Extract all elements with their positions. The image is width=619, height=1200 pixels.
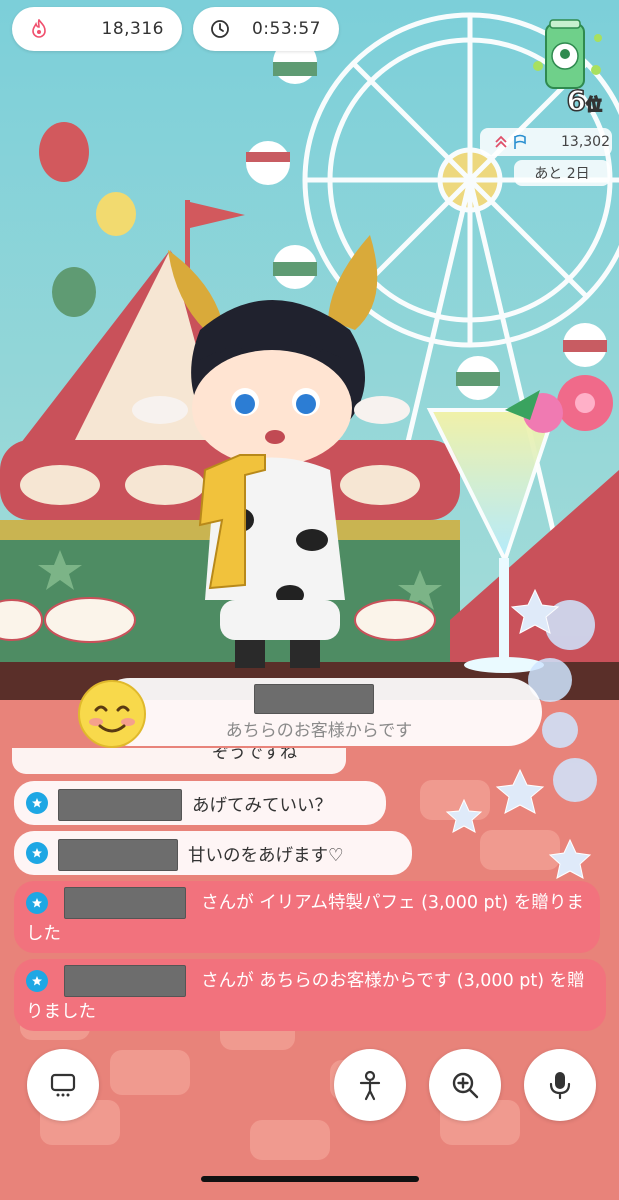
star-badge-icon xyxy=(26,842,48,864)
chat-text: あげてみていい？ xyxy=(192,796,332,816)
home-indicator xyxy=(201,1176,419,1182)
rank-suffix: 位 xyxy=(585,94,603,115)
redacted-username xyxy=(63,965,186,997)
screen-icon xyxy=(50,1073,76,1097)
gift-message: さんが あちらのお客様からです (3,000 pt) を贈りました xyxy=(14,959,606,1031)
fire-count: 18,316 xyxy=(101,19,164,39)
gift-popup-text: あちらのお客様からです xyxy=(225,721,413,741)
redacted-username xyxy=(63,887,186,919)
gift-popup: あちらのお客様からです xyxy=(96,678,542,746)
chat-message: 甘いのをあげます♡ xyxy=(14,831,412,875)
redacted-username xyxy=(254,684,374,714)
zoom-in-icon xyxy=(452,1072,479,1099)
clock-icon xyxy=(209,18,231,40)
star-badge-icon xyxy=(26,892,48,914)
timer-value: 0:53:57 xyxy=(251,19,321,39)
redacted-username xyxy=(58,789,182,821)
microphone-icon xyxy=(549,1072,571,1100)
gift-prefix: さんが xyxy=(201,893,254,913)
flag-icon xyxy=(512,134,528,150)
points-box: 13,302 xyxy=(480,128,612,156)
fire-counter: 18,316 xyxy=(12,7,182,51)
star-badge-icon xyxy=(26,792,48,814)
gift-prefix: さんが xyxy=(201,971,254,991)
screen-button[interactable] xyxy=(27,1049,99,1121)
chat-message: あげてみていい？ xyxy=(14,781,386,825)
timer: 0:53:57 xyxy=(193,7,339,51)
points-value: 13,302 xyxy=(561,134,610,150)
chat-text: 甘いのをあげます♡ xyxy=(188,846,344,866)
chat-partial-text: ぞうですね xyxy=(212,748,297,763)
chat-message-partial: ぞうですね xyxy=(12,748,346,774)
ranking-badge[interactable]: 6位 xyxy=(528,18,608,128)
avatar-button[interactable] xyxy=(334,1049,406,1121)
star-badge-icon xyxy=(26,970,48,992)
smile-emoji-icon xyxy=(78,680,146,748)
rank-up-icon xyxy=(494,135,508,149)
redacted-username xyxy=(58,839,178,871)
gift-message: さんが イリアム特製パフェ (3,000 pt) を贈りました xyxy=(14,881,600,953)
avatar-icon xyxy=(359,1070,381,1101)
microphone-button[interactable] xyxy=(524,1049,596,1121)
zoom-button[interactable] xyxy=(429,1049,501,1121)
rank-number: 6 xyxy=(566,84,587,117)
fire-icon xyxy=(28,18,50,40)
remaining-days: あと 2日 xyxy=(514,160,610,186)
